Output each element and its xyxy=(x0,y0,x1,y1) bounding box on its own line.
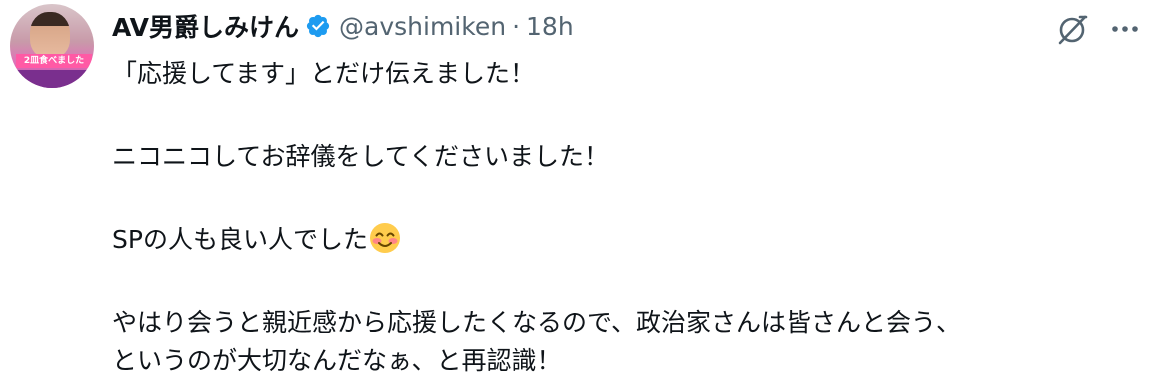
avatar[interactable]: 2皿食べました xyxy=(10,4,94,88)
tweet-text-line: やはり会うと親近感から応援したくなるので、政治家さんは皆さんと会う、 xyxy=(112,308,962,337)
tweet-text-line: というのが大切なんだなぁ、と再認識！ xyxy=(112,346,562,375)
display-name[interactable]: AV男爵しみけん xyxy=(112,8,299,44)
tweet-text-segment: SPの人も良い人でした xyxy=(112,225,368,254)
avatar-face xyxy=(30,12,70,58)
grok-icon[interactable] xyxy=(1054,12,1090,48)
avatar-lower-band xyxy=(10,70,94,88)
verified-badge-icon[interactable] xyxy=(305,13,331,39)
tweet-text-line: 「応援してます」とだけ伝えました！ xyxy=(112,59,536,88)
timestamp[interactable]: 18h xyxy=(526,12,574,41)
more-icon[interactable] xyxy=(1108,14,1142,44)
tweet-header: AV男爵しみけん @avshimiken · 18h xyxy=(112,8,574,44)
handle[interactable]: @avshimiken xyxy=(339,12,506,41)
separator-dot: · xyxy=(512,11,521,41)
tweet: 2皿食べました AV男爵しみけん @avshimiken · 18h 「応援して… xyxy=(0,0,1154,384)
smiling-face-with-smiling-eyes-emoji xyxy=(369,223,400,253)
tweet-text: 「応援してます」とだけ伝えました！ ニコニコしてお辞儀をしてくださいました！ S… xyxy=(112,55,1142,380)
tweet-text-line-with-emoji: SPの人も良い人でした xyxy=(112,221,1142,259)
tweet-text-line: ニコニコしてお辞儀をしてくださいました！ xyxy=(112,142,610,171)
avatar-caption: 2皿食べました xyxy=(16,54,92,68)
